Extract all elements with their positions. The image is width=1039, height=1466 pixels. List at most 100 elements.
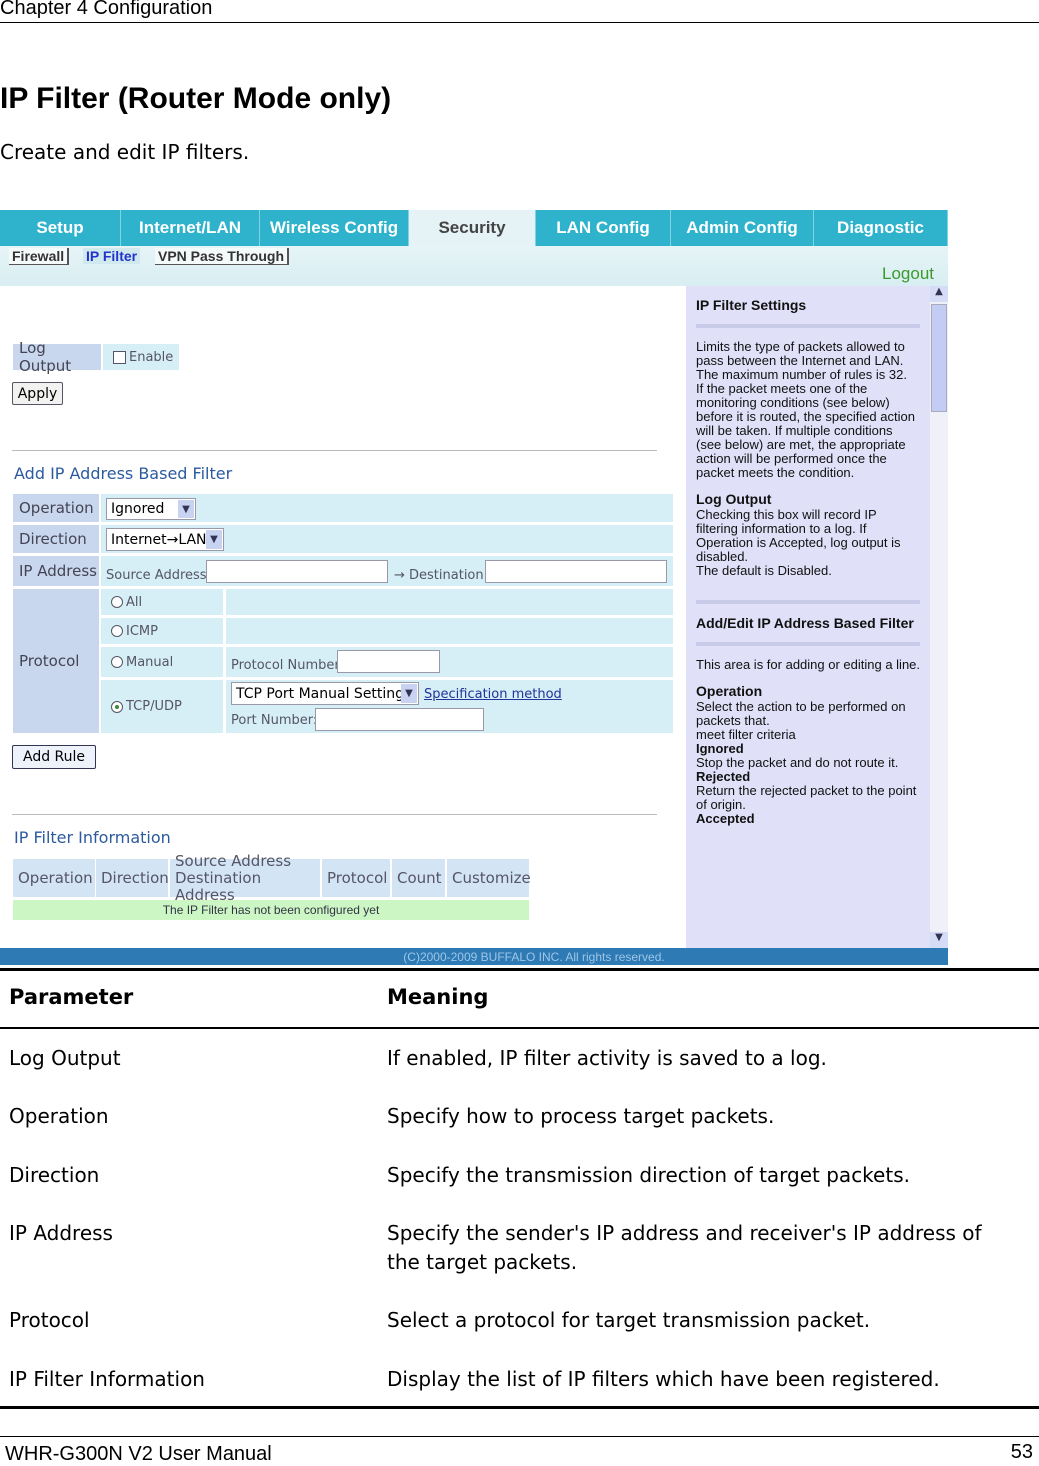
port-setting-select[interactable]: TCP Port Manual Setting ▼	[231, 682, 419, 705]
tab-security[interactable]: Security	[409, 210, 536, 246]
meaning-protocol: Select a protocol for target transmissio…	[387, 1308, 871, 1332]
enable-label: Enable	[129, 349, 174, 365]
router-screenshot: Setup Internet/LAN Wireless Config Secur…	[0, 210, 948, 965]
port-number-label: Port Number:	[231, 713, 318, 728]
protocol-manual-option[interactable]: Manual	[101, 647, 223, 677]
divider	[696, 642, 920, 646]
help-text: Limits the type of packets allowed to pa…	[696, 339, 915, 480]
tab-diagnostic[interactable]: Diagnostic	[814, 210, 948, 246]
direction-value: Internet→LAN	[111, 531, 207, 548]
divider	[696, 324, 920, 328]
header-parameter: Parameter	[9, 985, 134, 1009]
option-label: ICMP	[126, 623, 158, 639]
page-number: 53	[1010, 1441, 1033, 1463]
source-address-header: Source Address	[175, 851, 292, 870]
param-log-output: Log Output	[9, 1046, 121, 1070]
divider	[696, 600, 920, 604]
direction-label: Direction	[13, 525, 99, 553]
help-heading: IP Filter Settings	[696, 297, 807, 313]
empty-cell	[226, 589, 673, 615]
log-output-cell: Enable	[103, 344, 179, 370]
destination-label: → Destination:	[394, 567, 489, 583]
radio-all[interactable]	[111, 596, 123, 608]
table-top-rule	[0, 968, 1039, 971]
page-title: IP Filter (Router Mode only)	[0, 82, 392, 115]
tab-lan-config[interactable]: LAN Config	[536, 210, 671, 246]
help-heading: Operation	[696, 683, 763, 699]
protocol-tcpudp-option[interactable]: TCP/UDP	[101, 680, 223, 733]
col-operation: Operation	[13, 859, 95, 897]
protocol-number-cell: Protocol Number:	[226, 647, 673, 677]
help-scrollbar[interactable]: ▲ ▼	[930, 286, 948, 948]
ip-address-label: IP Address	[13, 556, 99, 586]
help-heading: Log Output	[696, 491, 772, 507]
param-operation: Operation	[9, 1104, 109, 1128]
empty-cell	[226, 618, 673, 644]
header-meaning: Meaning	[387, 985, 489, 1009]
help-heading: Add/Edit IP Address Based Filter	[696, 615, 914, 631]
chapter-header: Chapter 4 Configuration	[0, 0, 213, 19]
add-rule-button[interactable]: Add Rule	[12, 745, 96, 769]
col-count: Count	[392, 859, 445, 897]
meaning-ip-filter-information: Display the list of IP filters which hav…	[387, 1367, 940, 1391]
protocol-all-option[interactable]: All	[101, 589, 223, 615]
col-protocol: Protocol	[322, 859, 390, 897]
subtab-vpn-pass-through[interactable]: VPN Pass Through	[155, 248, 290, 265]
operation-label: Operation	[13, 494, 99, 522]
option-label: Manual	[126, 654, 174, 670]
option-label: All	[126, 594, 143, 610]
destination-address-input[interactable]	[485, 560, 667, 583]
meaning-operation: Specify how to process target packets.	[387, 1104, 775, 1128]
tab-setup[interactable]: Setup	[0, 210, 121, 246]
help-panel: IP Filter Settings Limits the type of pa…	[686, 286, 930, 948]
apply-button[interactable]: Apply	[12, 382, 63, 405]
source-address-input[interactable]	[206, 560, 388, 583]
direction-select[interactable]: Internet→LAN ▼	[106, 528, 224, 551]
col-customize: Customize	[447, 859, 531, 897]
param-direction: Direction	[9, 1163, 100, 1187]
tab-admin-config[interactable]: Admin Config	[671, 210, 814, 246]
scroll-up-icon[interactable]: ▲	[930, 286, 948, 302]
logout-link[interactable]: Logout	[882, 264, 934, 284]
footer-rule	[0, 1436, 1039, 1437]
enable-checkbox[interactable]	[113, 350, 126, 364]
log-output-label: Log Output	[13, 339, 101, 375]
source-address-label: Source Address:	[106, 567, 211, 583]
tab-wireless-config[interactable]: Wireless Config	[260, 210, 409, 246]
protocol-number-label: Protocol Number:	[231, 657, 344, 673]
operation-select[interactable]: Ignored ▼	[106, 498, 196, 520]
param-protocol: Protocol	[9, 1308, 90, 1332]
divider	[12, 450, 657, 451]
protocol-icmp-option[interactable]: ICMP	[101, 618, 223, 644]
add-filter-heading: Add IP Address Based Filter	[14, 464, 233, 483]
port-number-input[interactable]	[315, 708, 484, 731]
empty-info-row: The IP Filter has not been configured ye…	[13, 900, 529, 920]
help-text: This area is for adding or editing a lin…	[696, 657, 921, 672]
tab-internet-lan[interactable]: Internet/LAN	[121, 210, 260, 246]
chevron-down-icon: ▼	[206, 530, 222, 549]
protocol-number-input[interactable]	[337, 650, 440, 673]
scrollbar-thumb[interactable]	[931, 304, 947, 412]
col-direction: Direction	[96, 859, 169, 897]
operation-value: Ignored	[111, 501, 165, 517]
radio-manual[interactable]	[111, 656, 123, 668]
help-text: Checking this box will record IP filteri…	[696, 507, 901, 578]
divider	[12, 814, 657, 815]
copyright-bar: (C)2000-2009 BUFFALO INC. All rights res…	[0, 948, 948, 965]
meaning-direction: Specify the transmission direction of ta…	[387, 1163, 910, 1187]
option-label: TCP/UDP	[126, 699, 182, 714]
sub-navigation: Firewall IP Filter VPN Pass Through Logo…	[0, 246, 948, 286]
page-subtitle: Create and edit IP filters.	[0, 140, 250, 164]
radio-icmp[interactable]	[111, 625, 123, 637]
radio-tcpudp[interactable]	[111, 700, 123, 713]
specification-method-link[interactable]: Specification method	[424, 687, 562, 702]
chevron-down-icon: ▼	[178, 500, 194, 518]
subtab-ip-filter[interactable]: IP Filter	[83, 248, 141, 264]
meaning-log-output: If enabled, IP filter activity is saved …	[387, 1046, 827, 1070]
param-ip-filter-information: IP Filter Information	[9, 1367, 205, 1391]
meaning-ip-address: Specify the sender's IP address and rece…	[387, 1221, 982, 1274]
subtab-firewall[interactable]: Firewall	[9, 248, 70, 265]
table-header-rule	[0, 1027, 1039, 1029]
scroll-down-icon[interactable]: ▼	[930, 932, 948, 948]
chevron-down-icon: ▼	[401, 684, 417, 703]
